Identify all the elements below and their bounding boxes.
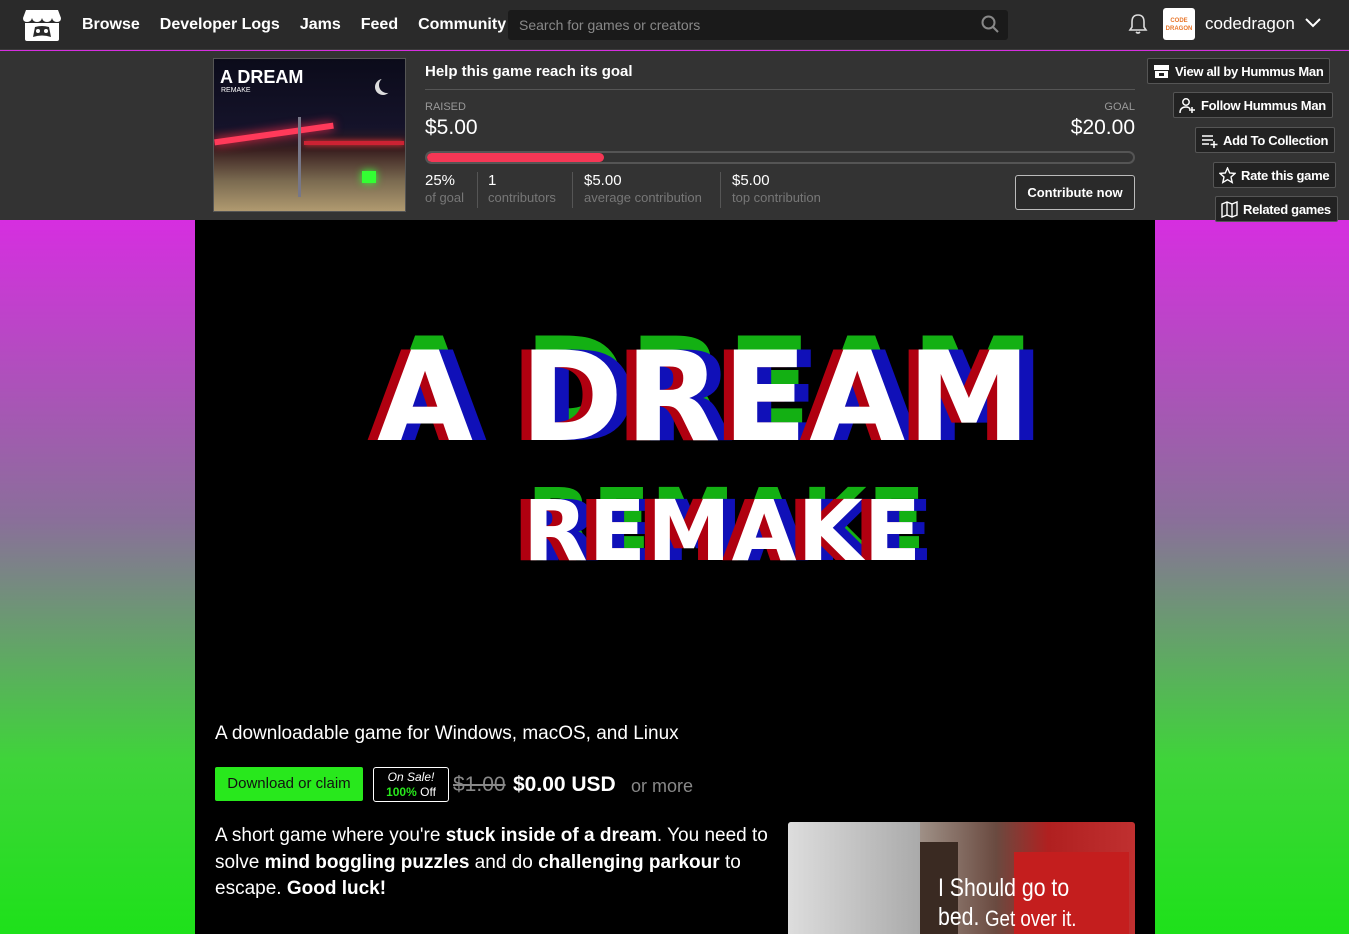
- avatar[interactable]: CODE DRAGON: [1163, 8, 1195, 40]
- stat-value: $5.00: [584, 172, 622, 189]
- stat-value: $5.00: [732, 172, 770, 189]
- download-button[interactable]: Download or claim: [215, 767, 363, 801]
- desc-text: and do: [469, 851, 539, 873]
- related-games-label: Related games: [1243, 201, 1331, 217]
- add-to-collection-label: Add To Collection: [1223, 132, 1329, 148]
- stat-label: average contribution: [584, 190, 702, 205]
- rate-game-button[interactable]: Rate this game: [1213, 162, 1337, 188]
- game-description: A short game where you're stuck inside o…: [215, 823, 775, 903]
- view-all-label: View all by Hummus Man: [1175, 63, 1324, 79]
- or-more-label: or more: [631, 776, 694, 796]
- game-screenshot[interactable]: I Should go to bed. Get over it.: [788, 822, 1135, 934]
- stat-label: of goal: [425, 190, 465, 205]
- divider: [477, 172, 478, 208]
- desc-text: A short game where you're: [215, 825, 446, 846]
- stat-value: 1: [488, 172, 497, 189]
- sale-off: Off: [420, 785, 436, 799]
- main-nav: Browse Developer Logs Jams Feed Communit…: [82, 0, 506, 50]
- desc-bold: Good luck!: [286, 878, 387, 899]
- thumbnail-pillar: [298, 117, 301, 197]
- original-price: $1.00: [453, 773, 506, 796]
- nav-feed[interactable]: Feed: [361, 16, 398, 34]
- banner-subtitle: REMAKE: [523, 482, 923, 580]
- view-all-button[interactable]: View all by Hummus Man: [1147, 58, 1331, 84]
- desc-bold: challenging parkour: [538, 851, 720, 873]
- sale-badge: On Sale! 100% Off: [373, 767, 449, 802]
- thumbnail-cube: [362, 171, 376, 183]
- banner-title: A DREAM: [377, 326, 1033, 470]
- goal-amount: $20.00: [1070, 116, 1135, 139]
- rate-game-label: Rate this game: [1241, 167, 1330, 183]
- thumbnail-laser: [304, 141, 404, 145]
- platform-subtitle: A downloadable game for Windows, macOS, …: [215, 723, 679, 744]
- sale-percent: 100%: [386, 785, 417, 799]
- stat-label: contributors: [488, 190, 556, 205]
- thumbnail-title: A DREAM: [220, 67, 304, 87]
- moon-icon: [379, 77, 395, 93]
- related-games-button[interactable]: Related games: [1215, 196, 1338, 222]
- stat-average: $5.00 average contribution: [584, 172, 702, 208]
- nav-jams[interactable]: Jams: [300, 16, 341, 34]
- fund-progress-bar: [425, 151, 1135, 164]
- add-to-collection-button[interactable]: Add To Collection: [1195, 127, 1336, 153]
- search-input[interactable]: Search for games or creators: [508, 10, 1008, 40]
- divider: [572, 172, 573, 208]
- contribute-button[interactable]: Contribute now: [1015, 175, 1135, 210]
- thumbnail-subtitle: REMAKE: [221, 87, 251, 94]
- bell-icon[interactable]: [1128, 13, 1148, 35]
- divider: [720, 172, 721, 208]
- stat-percent: 25% of goal: [425, 172, 464, 208]
- sale-price: $0.00 USD: [513, 773, 616, 796]
- raised-amount: $5.00: [425, 116, 478, 139]
- nav-community[interactable]: Community: [418, 16, 506, 34]
- desc-bold: stuck inside of a dream: [445, 825, 657, 846]
- itchio-logo-icon: [1154, 64, 1169, 78]
- add-list-icon: [1202, 134, 1218, 148]
- goal-label: GOAL: [1104, 101, 1135, 113]
- game-banner: A DREAM A DREAM A DREAM A DREAM REMAKE R…: [195, 220, 1155, 700]
- game-page-column: A DREAM A DREAM A DREAM A DREAM REMAKE R…: [195, 220, 1155, 934]
- username[interactable]: codedragon: [1205, 14, 1295, 34]
- divider: [425, 89, 1135, 90]
- chevron-down-icon[interactable]: [1304, 16, 1322, 30]
- screenshot-caption: Get over it.: [985, 906, 1077, 931]
- raised-label: RAISED: [425, 101, 466, 113]
- search-icon[interactable]: [980, 14, 1000, 34]
- add-user-icon: [1179, 97, 1195, 113]
- top-header: Browse Developer Logs Jams Feed Communit…: [0, 0, 1349, 50]
- game-thumbnail[interactable]: A DREAM REMAKE: [213, 58, 406, 212]
- follow-button[interactable]: Follow Hummus Man: [1173, 92, 1333, 118]
- nav-browse[interactable]: Browse: [82, 16, 140, 34]
- screenshot-wall: [788, 822, 920, 934]
- stat-top: $5.00 top contribution: [732, 172, 821, 208]
- stat-label: top contribution: [732, 190, 821, 205]
- sale-label: On Sale!: [387, 770, 435, 784]
- star-icon: [1219, 166, 1236, 184]
- stat-value: 25%: [425, 172, 456, 189]
- itchio-logo-icon[interactable]: [22, 8, 62, 42]
- desc-bold: mind boggling puzzles: [264, 851, 470, 873]
- fund-progress-fill: [427, 153, 604, 162]
- follow-label: Follow Hummus Man: [1201, 97, 1326, 113]
- nav-developer-logs[interactable]: Developer Logs: [160, 16, 280, 34]
- map-icon: [1221, 200, 1238, 218]
- fund-goal-title: Help this game reach its goal: [425, 63, 633, 80]
- stat-contributors: 1 contributors: [488, 172, 556, 208]
